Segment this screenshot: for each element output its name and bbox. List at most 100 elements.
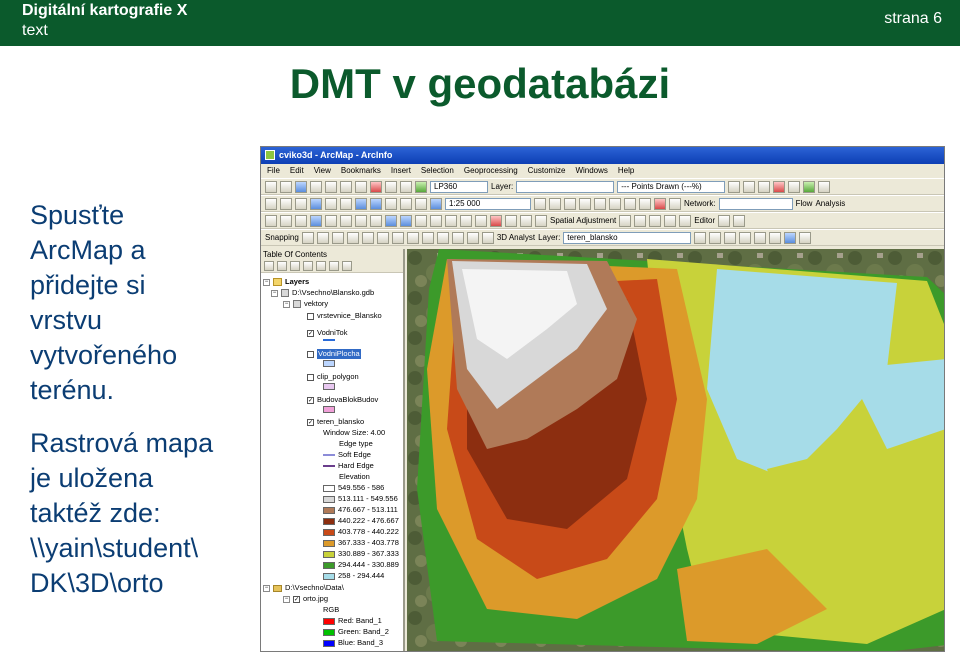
- 3d-analyst-layer-combo[interactable]: teren_blansko: [563, 231, 692, 244]
- collapse-icon[interactable]: −: [283, 300, 290, 308]
- delete-vertex-icon[interactable]: [490, 214, 502, 227]
- menu-windows[interactable]: Windows: [575, 164, 607, 178]
- menu-customize[interactable]: Customize: [528, 164, 566, 178]
- measure-icon[interactable]: [549, 197, 561, 210]
- lp360-combo[interactable]: LP360: [430, 180, 488, 193]
- vertex-snap-icon[interactable]: [331, 231, 344, 244]
- straight-segment-icon[interactable]: [733, 214, 746, 227]
- link-table-icon[interactable]: [649, 214, 662, 227]
- profile-icon[interactable]: [788, 180, 801, 193]
- forward-icon[interactable]: [370, 197, 382, 210]
- menu-edit[interactable]: Edit: [290, 164, 304, 178]
- spatial-adjustment-menu[interactable]: Spatial Adjustment: [550, 216, 616, 225]
- graph-icon[interactable]: [799, 231, 812, 244]
- full-extent-icon[interactable]: [310, 197, 322, 210]
- move-icon[interactable]: [340, 214, 352, 227]
- menu-insert[interactable]: Insert: [391, 164, 411, 178]
- contour-icon[interactable]: [361, 231, 374, 244]
- save-icon[interactable]: [295, 180, 307, 193]
- toc-gdb-node[interactable]: − D:\Vsechno\Blansko.gdb: [271, 288, 374, 298]
- redo-icon[interactable]: [400, 180, 412, 193]
- scale-combo[interactable]: 1:25 000: [445, 197, 531, 210]
- python-icon[interactable]: [669, 197, 681, 210]
- collapse-icon[interactable]: −: [271, 289, 278, 297]
- trace-icon[interactable]: [520, 214, 532, 227]
- sketch-icon[interactable]: [505, 214, 517, 227]
- add-data-icon[interactable]: [415, 180, 427, 193]
- catalog-icon[interactable]: [624, 197, 636, 210]
- zoom-100-icon[interactable]: [415, 214, 427, 227]
- interpolate-icon[interactable]: [754, 231, 767, 244]
- snapping-menu[interactable]: Snapping: [265, 233, 299, 242]
- layer-checkbox[interactable]: [307, 350, 314, 358]
- link-icon[interactable]: [634, 214, 647, 227]
- fixed-zoom-in-icon[interactable]: [325, 197, 337, 210]
- profile-graph-icon[interactable]: [451, 231, 464, 244]
- edit-tool-icon[interactable]: [718, 214, 731, 227]
- hyperlink-icon[interactable]: [564, 197, 576, 210]
- layer-checkbox[interactable]: [307, 373, 314, 381]
- print-icon[interactable]: [310, 180, 322, 193]
- create-profile-icon[interactable]: [739, 231, 752, 244]
- data-driven-pages-icon[interactable]: [475, 214, 487, 227]
- grid-icon[interactable]: [758, 180, 771, 193]
- arcglobe-icon[interactable]: [481, 231, 494, 244]
- toc-layer-budova[interactable]: ✓ BudovaBlokBudov: [307, 395, 378, 405]
- menu-selection[interactable]: Selection: [421, 164, 454, 178]
- point-profile-icon[interactable]: [769, 231, 782, 244]
- page-icon[interactable]: [370, 214, 382, 227]
- map-view[interactable]: [407, 249, 944, 651]
- filter-icon[interactable]: [743, 180, 756, 193]
- zoom-out-small-icon[interactable]: [280, 214, 292, 227]
- focus-frame-icon[interactable]: [445, 214, 457, 227]
- options-icon[interactable]: [818, 180, 831, 193]
- layout-icon[interactable]: [325, 214, 337, 227]
- surface-icon[interactable]: [803, 180, 816, 193]
- interpolate-line-icon[interactable]: [421, 231, 434, 244]
- copy-icon[interactable]: [340, 180, 352, 193]
- refresh-icon[interactable]: [295, 214, 307, 227]
- zoom-in-small-icon[interactable]: [265, 214, 277, 227]
- menu-help[interactable]: Help: [618, 164, 634, 178]
- globe-icon[interactable]: [310, 214, 322, 227]
- steepest-path-icon[interactable]: [376, 231, 389, 244]
- select-elements-icon[interactable]: [415, 197, 427, 210]
- identify-icon[interactable]: [430, 197, 442, 210]
- delete-icon[interactable]: [370, 180, 382, 193]
- toc-layer-vodnitok[interactable]: ✓ VodniTok: [307, 328, 347, 338]
- end-snap-icon[interactable]: [316, 231, 329, 244]
- menu-file[interactable]: File: [267, 164, 280, 178]
- layer-checkbox-checked[interactable]: ✓: [307, 329, 314, 337]
- edge-match-icon[interactable]: [679, 214, 692, 227]
- find-icon[interactable]: [534, 197, 546, 210]
- point-snap-icon[interactable]: [301, 231, 314, 244]
- toc-icon-a[interactable]: [329, 261, 339, 271]
- zoom-out-icon[interactable]: [280, 197, 292, 210]
- interpolate-polygon-icon[interactable]: [436, 231, 449, 244]
- triangle-icon[interactable]: [728, 180, 741, 193]
- menu-view[interactable]: View: [314, 164, 331, 178]
- lidar-icon[interactable]: [773, 180, 786, 193]
- layer-checkbox[interactable]: [307, 312, 314, 320]
- 3d-analyst-menu[interactable]: 3D Analyst: [497, 233, 535, 242]
- flow-menu[interactable]: Flow: [796, 199, 813, 208]
- collapse-icon[interactable]: −: [263, 278, 270, 286]
- open-icon[interactable]: [280, 180, 292, 193]
- layer-checkbox-checked[interactable]: ✓: [293, 595, 300, 603]
- toc-icon-b[interactable]: [342, 261, 352, 271]
- cogo-icon[interactable]: [535, 214, 547, 227]
- toc-options-icon[interactable]: [316, 261, 326, 271]
- new-document-icon[interactable]: [265, 180, 277, 193]
- rotate-icon[interactable]: [355, 214, 367, 227]
- adjust-icon[interactable]: [619, 214, 632, 227]
- create-contour-icon[interactable]: [694, 231, 707, 244]
- analysis-menu[interactable]: Analysis: [815, 199, 845, 208]
- line-of-sight-icon[interactable]: [391, 231, 404, 244]
- paste-icon[interactable]: [355, 180, 367, 193]
- layer-checkbox-checked[interactable]: ✓: [307, 396, 314, 404]
- layer-combo[interactable]: [516, 180, 615, 193]
- change-layout-icon[interactable]: [460, 214, 472, 227]
- toc-data-folder-node[interactable]: − D:\Vsechno\Data\: [263, 583, 344, 593]
- list-by-source-icon[interactable]: [277, 261, 287, 271]
- next-extent-icon[interactable]: [400, 214, 412, 227]
